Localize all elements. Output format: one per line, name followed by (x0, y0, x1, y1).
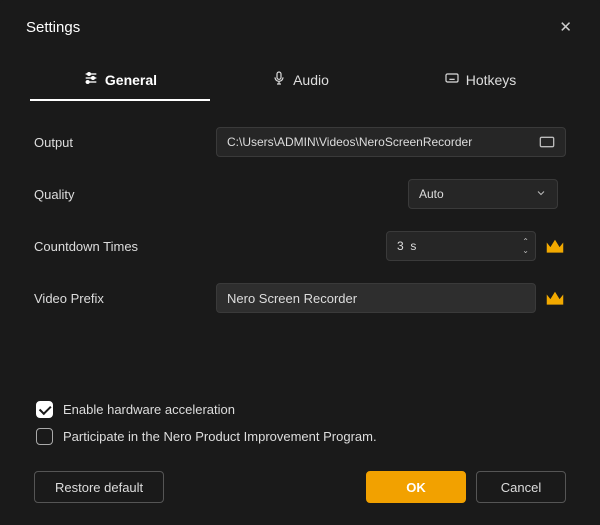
settings-dialog: Settings ✕ General Audio (0, 0, 600, 525)
microphone-icon (271, 70, 287, 89)
checkbox-icon (36, 428, 53, 445)
tabs: General Audio Hotkeys (0, 50, 600, 101)
keyboard-icon (444, 70, 460, 89)
prefix-label: Video Prefix (34, 291, 204, 306)
row-output: Output (34, 127, 566, 157)
footer: Restore default OK Cancel (0, 455, 600, 525)
output-path-field[interactable] (216, 127, 566, 157)
crown-icon (544, 237, 566, 255)
crown-icon (544, 289, 566, 307)
prefix-value: Nero Screen Recorder (227, 291, 357, 306)
tab-hotkeys[interactable]: Hotkeys (390, 60, 570, 101)
countdown-value: 3 (397, 239, 404, 253)
checkbox-icon (36, 401, 53, 418)
quality-value: Auto (419, 187, 444, 201)
countdown-unit: s (410, 239, 416, 253)
restore-default-button[interactable]: Restore default (34, 471, 164, 503)
window-title: Settings (26, 19, 80, 36)
output-label: Output (34, 135, 204, 150)
row-countdown: Countdown Times 3 s ⌃ ⌄ (34, 231, 566, 261)
checkbox-improvement[interactable]: Participate in the Nero Product Improvem… (36, 428, 566, 445)
quality-select[interactable]: Auto (408, 179, 558, 209)
sliders-icon (83, 70, 99, 89)
tab-label: General (105, 72, 157, 88)
tab-label: Hotkeys (466, 72, 517, 88)
body: Output Quality Auto (0, 101, 600, 455)
quality-label: Quality (34, 187, 204, 202)
chevron-down-icon[interactable]: ⌄ (522, 247, 529, 254)
titlebar: Settings ✕ (0, 0, 600, 50)
chevron-up-icon[interactable]: ⌃ (522, 238, 529, 245)
prefix-input[interactable]: Nero Screen Recorder (216, 283, 536, 313)
checkbox-group: Enable hardware acceleration Participate… (34, 401, 566, 445)
checkbox-hwaccel[interactable]: Enable hardware acceleration (36, 401, 566, 418)
tab-label: Audio (293, 72, 329, 88)
row-prefix: Video Prefix Nero Screen Recorder (34, 283, 566, 313)
row-quality: Quality Auto (34, 179, 566, 209)
ok-button[interactable]: OK (366, 471, 466, 503)
tab-audio[interactable]: Audio (210, 60, 390, 101)
cancel-button[interactable]: Cancel (476, 471, 566, 503)
countdown-stepper[interactable]: 3 s ⌃ ⌄ (386, 231, 536, 261)
close-button[interactable]: ✕ (551, 14, 580, 40)
checkbox-label: Enable hardware acceleration (63, 402, 235, 417)
output-path-input[interactable] (227, 135, 531, 149)
chevron-down-icon (535, 187, 547, 202)
browse-folder-icon[interactable] (539, 136, 555, 148)
stepper-arrows[interactable]: ⌃ ⌄ (522, 238, 529, 254)
tab-general[interactable]: General (30, 60, 210, 101)
checkbox-label: Participate in the Nero Product Improvem… (63, 429, 377, 444)
countdown-label: Countdown Times (34, 239, 204, 254)
